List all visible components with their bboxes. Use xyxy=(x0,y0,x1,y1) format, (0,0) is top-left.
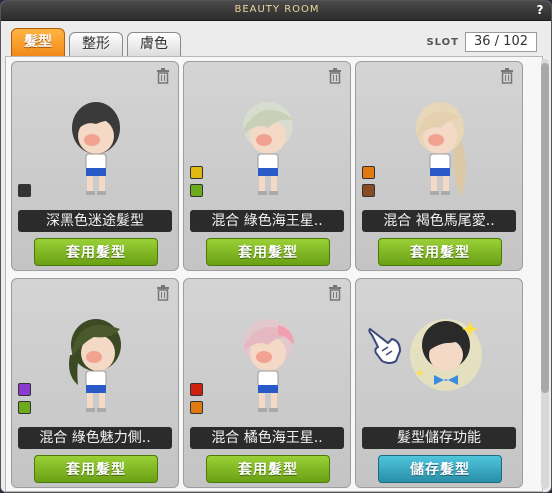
slot-value: 36 / 102 xyxy=(465,32,537,52)
beauty-room-window: BEAUTY ROOM ? 髮型 整形 膚色 SLOT 36 / 102 深黑色… xyxy=(0,0,552,493)
hair-slot-card[interactable]: 深黑色迷途髮型 套用髮型 xyxy=(11,61,179,271)
color-swatch xyxy=(362,166,375,179)
character-avatar xyxy=(243,319,294,412)
window-title: BEAUTY ROOM xyxy=(234,4,320,15)
color-swatch xyxy=(18,184,31,197)
hair-slot-card[interactable]: 混合 綠色海王星.. 套用髮型 xyxy=(183,61,351,271)
character-avatar xyxy=(69,319,121,412)
trash-icon[interactable] xyxy=(156,285,170,301)
color-swatch xyxy=(190,184,203,197)
save-feature-label: 髮型儲存功能 xyxy=(362,427,516,449)
hair-name-label: 混合 綠色魅力側.. xyxy=(18,427,172,449)
slot-label: SLOT xyxy=(426,36,459,48)
hair-name-label: 混合 綠色海王星.. xyxy=(190,210,344,232)
color-swatch xyxy=(190,401,203,414)
title-bar[interactable]: BEAUTY ROOM ? xyxy=(1,1,551,21)
tab-skin[interactable]: 膚色 xyxy=(127,32,181,56)
trash-icon[interactable] xyxy=(328,68,342,84)
color-swatch xyxy=(190,383,203,396)
hair-name-label: 深黑色迷途髮型 xyxy=(18,210,172,232)
apply-hair-button[interactable]: 套用髮型 xyxy=(34,455,158,483)
pointing-hand-icon xyxy=(368,327,402,364)
apply-hair-button[interactable]: 套用髮型 xyxy=(34,238,158,266)
color-swatch xyxy=(190,166,203,179)
hair-slot-card[interactable]: 混合 褐色馬尾愛.. 套用髮型 xyxy=(355,61,523,271)
hair-slot-card[interactable]: 混合 綠色魅力側.. 套用髮型 xyxy=(11,278,179,488)
apply-hair-button[interactable]: 套用髮型 xyxy=(206,455,330,483)
character-avatar xyxy=(72,102,120,195)
save-preview-avatar xyxy=(410,319,482,391)
character-avatar xyxy=(416,102,466,196)
slot-counter: SLOT 36 / 102 xyxy=(426,32,537,52)
tab-hair[interactable]: 髮型 xyxy=(11,28,65,56)
hair-name-label: 混合 橘色海王星.. xyxy=(190,427,344,449)
character-avatar xyxy=(243,102,294,195)
trash-icon[interactable] xyxy=(328,285,342,301)
apply-hair-button[interactable]: 套用髮型 xyxy=(206,238,330,266)
color-swatch xyxy=(18,401,31,414)
save-hair-slot-card[interactable]: 髮型儲存功能 儲存髮型 xyxy=(355,278,523,488)
hair-name-label: 混合 褐色馬尾愛.. xyxy=(362,210,516,232)
color-swatch xyxy=(362,184,375,197)
grid-scrollbar[interactable] xyxy=(541,59,549,489)
trash-icon[interactable] xyxy=(500,68,514,84)
help-button[interactable]: ? xyxy=(533,3,547,17)
scrollbar-thumb[interactable] xyxy=(541,63,549,393)
apply-hair-button[interactable]: 套用髮型 xyxy=(378,238,502,266)
hair-slot-card[interactable]: 混合 橘色海王星.. 套用髮型 xyxy=(183,278,351,488)
save-hair-button[interactable]: 儲存髮型 xyxy=(378,455,502,483)
trash-icon[interactable] xyxy=(156,68,170,84)
color-swatch xyxy=(18,383,31,396)
tab-face[interactable]: 整形 xyxy=(69,32,123,56)
